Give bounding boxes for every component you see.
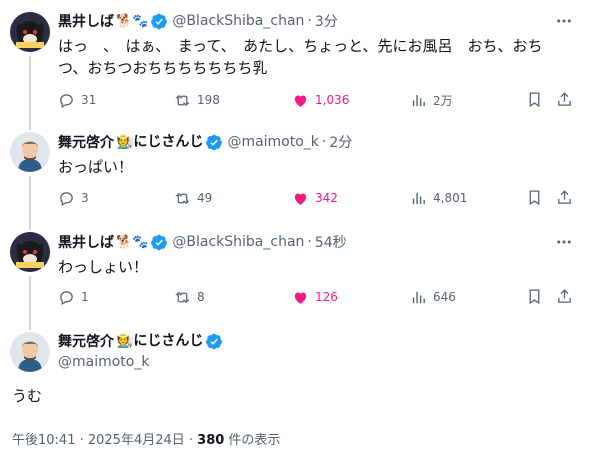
views-button[interactable]: 4,801	[410, 188, 467, 208]
like-button[interactable]: 126	[292, 287, 338, 307]
main-tweet: 舞元啓介 🧑‍🌾にじさんじ @maimoto_k うむ 午後10:41 · 20…	[0, 322, 589, 463]
reply-count: 3	[81, 191, 89, 205]
retweet-count: 8	[197, 290, 205, 304]
avatar-maimoto[interactable]	[10, 132, 50, 172]
thread-line	[29, 118, 31, 130]
main-tweet-text: うむ	[12, 387, 43, 405]
reply-icon	[60, 290, 73, 305]
thread-line	[29, 56, 31, 122]
like-count: 126	[315, 290, 338, 304]
retweet-count: 49	[197, 191, 213, 205]
verified-badge-icon	[151, 13, 168, 29]
handle[interactable]: @maimoto_k	[58, 354, 149, 370]
name-emojis: 🐕🐾	[116, 13, 149, 29]
main-handle-row: @maimoto_k	[58, 352, 149, 372]
avatar-kuroi-shiba[interactable]	[10, 12, 50, 52]
thread-line	[29, 276, 31, 326]
like-count: 1,036	[315, 93, 350, 107]
action-bar: 31 198 1,036 2万	[58, 90, 573, 110]
reply-count: 31	[81, 93, 97, 107]
tweet-3[interactable]: 黒井しば 🐕🐾 @BlackShiba_chan · 54秒 わっしょい！ 1 …	[0, 222, 589, 326]
reply-icon	[60, 93, 73, 108]
reply-button[interactable]: 1	[58, 287, 89, 307]
display-name[interactable]: 黒井しば	[58, 11, 114, 31]
tweet-2[interactable]: 舞元啓介 🧑‍🌾にじさんじ @maimoto_k · 2分 おっぱい！ 3 49…	[0, 118, 589, 226]
views-icon	[412, 291, 425, 303]
retweet-icon	[175, 192, 190, 204]
handle[interactable]: @BlackShiba_chan	[172, 234, 304, 250]
tweet-text: おっぱい！	[58, 158, 134, 176]
reply-button[interactable]: 31	[58, 90, 96, 110]
display-name[interactable]: 舞元啓介	[58, 132, 114, 152]
retweet-count: 198	[197, 93, 220, 107]
thread-line	[29, 176, 31, 226]
share-icon[interactable]	[556, 189, 573, 206]
tweet-1[interactable]: 黒井しば 🐕🐾 @BlackShiba_chan · 3分 はっ 、 はぁ、 ま…	[0, 0, 589, 122]
verified-badge-icon	[206, 333, 223, 349]
bookmark-icon[interactable]	[526, 91, 543, 108]
view-count: 646	[433, 290, 456, 304]
reply-button[interactable]: 3	[58, 188, 89, 208]
main-tweet-meta: 午後10:41 · 2025年4月24日 · 380 件の表示	[12, 429, 280, 448]
bookmark-icon[interactable]	[526, 288, 543, 305]
main-header: 舞元啓介 🧑‍🌾にじさんじ	[58, 331, 223, 351]
retweet-button[interactable]: 49	[174, 188, 212, 208]
main-view-suffix: 件の表示	[224, 433, 281, 448]
action-bar: 1 8 126 646	[58, 287, 573, 307]
handle[interactable]: @BlackShiba_chan	[172, 13, 304, 29]
heart-icon	[294, 193, 307, 205]
share-icon[interactable]	[556, 288, 573, 305]
name-emojis: 🧑‍🌾にじさんじ	[116, 134, 204, 150]
views-button[interactable]: 2万	[410, 90, 453, 110]
avatar-kuroi-shiba[interactable]	[10, 232, 50, 272]
thread-line	[29, 222, 31, 230]
action-bar: 3 49 342 4,801	[58, 188, 573, 208]
avatar-maimoto[interactable]	[10, 332, 50, 372]
tweet-header: 黒井しば 🐕🐾 @BlackShiba_chan · 54秒	[58, 232, 347, 252]
main-timestamp[interactable]: 午後10:41 · 2025年4月24日 ·	[12, 433, 197, 448]
views-button[interactable]: 646	[410, 287, 456, 307]
display-name[interactable]: 黒井しば	[58, 232, 114, 252]
views-icon	[412, 94, 425, 106]
timestamp[interactable]: 54秒	[315, 232, 347, 252]
bookmark-icon[interactable]	[526, 189, 543, 206]
tweet-header: 黒井しば 🐕🐾 @BlackShiba_chan · 3分	[58, 11, 338, 31]
tweet-header: 舞元啓介 🧑‍🌾にじさんじ @maimoto_k · 2分	[58, 132, 353, 152]
share-icon[interactable]	[556, 91, 573, 108]
timestamp[interactable]: 2分	[329, 132, 352, 152]
handle[interactable]: @maimoto_k	[227, 134, 318, 150]
views-icon	[412, 192, 425, 204]
view-count: 2万	[433, 93, 453, 108]
display-name[interactable]: 舞元啓介	[58, 331, 114, 351]
retweet-button[interactable]: 198	[174, 90, 220, 110]
heart-icon	[294, 292, 307, 304]
reply-icon	[60, 191, 73, 206]
thread-line	[29, 322, 31, 330]
tweet-text: はっ 、 はぁ、 まって、 あたし、ちょっと、先にお風呂 おち、おちつ、おちつお…	[58, 37, 543, 77]
name-emojis: 🧑‍🌾にじさんじ	[116, 333, 204, 349]
heart-icon	[294, 95, 307, 107]
more-options-icon[interactable]	[555, 12, 573, 30]
timestamp[interactable]: 3分	[315, 11, 338, 31]
view-count: 4,801	[433, 191, 468, 205]
retweet-icon	[175, 94, 190, 106]
tweet-text: わっしょい！	[58, 258, 149, 276]
like-count: 342	[315, 191, 338, 205]
verified-badge-icon	[206, 134, 223, 150]
like-button[interactable]: 342	[292, 188, 338, 208]
retweet-button[interactable]: 8	[174, 287, 205, 307]
like-button[interactable]: 1,036	[292, 90, 349, 110]
retweet-icon	[175, 291, 190, 303]
main-view-count: 380	[197, 433, 225, 448]
name-emojis: 🐕🐾	[116, 234, 149, 250]
verified-badge-icon	[151, 234, 168, 250]
reply-count: 1	[81, 290, 89, 304]
more-options-icon[interactable]	[555, 233, 573, 251]
